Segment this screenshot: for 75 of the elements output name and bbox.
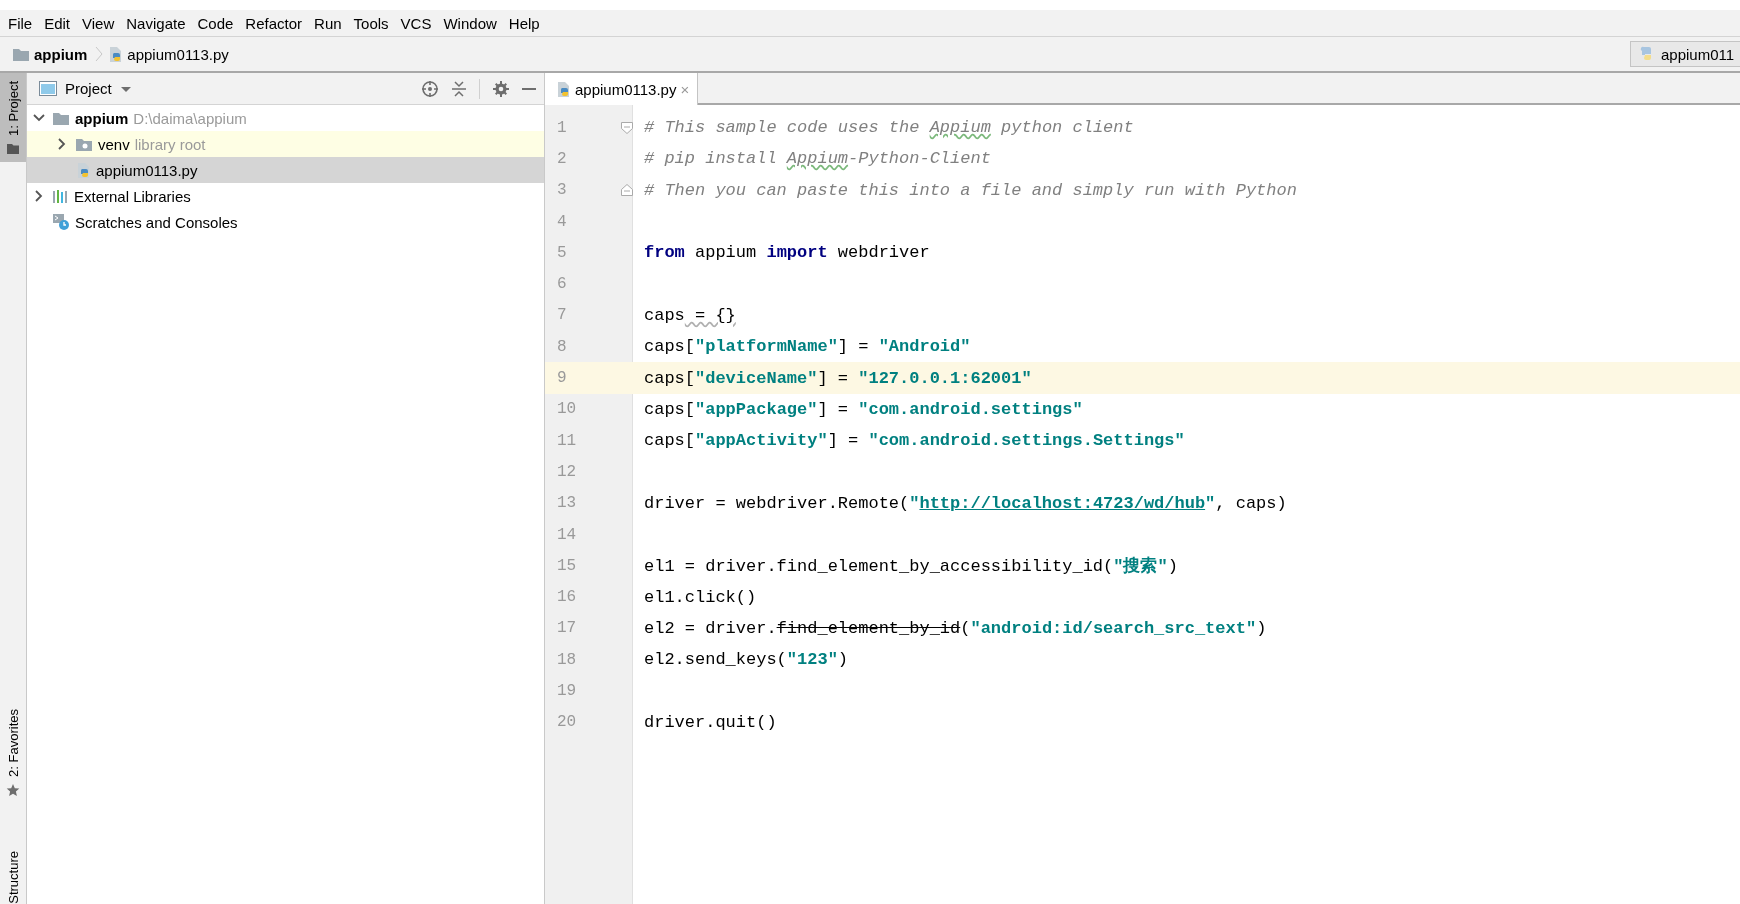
console-clock-icon (52, 213, 70, 231)
locate-icon (421, 79, 439, 98)
menu-item[interactable]: Run (308, 14, 348, 32)
line-number: 18 (556, 650, 578, 669)
view-selector[interactable]: Project (35, 78, 136, 99)
line-number: 20 (556, 713, 578, 732)
menu-item[interactable]: Refactor (239, 14, 309, 32)
folder-icon (6, 141, 20, 156)
code-line: el1.click() (643, 587, 757, 607)
code-line: el2.send_keys("123") (643, 650, 849, 670)
breadcrumb[interactable]: appium (12, 45, 92, 63)
code-line: caps["appPackage"] = "com.android.settings" (643, 399, 1083, 419)
line-number: 9 (556, 369, 568, 387)
python-file-icon (555, 80, 571, 98)
minimize-icon (522, 87, 536, 90)
folder-icon (52, 110, 70, 126)
line-number: 16 (556, 588, 578, 607)
code-line: caps["platformName"] = "Android" (643, 337, 971, 357)
menu-item[interactable]: Tools (347, 14, 395, 32)
folder-icon (75, 136, 93, 152)
code-line: caps["appActivity"] = "com.android.settings.Settings" (643, 431, 1185, 451)
menu-item[interactable]: VCS (394, 14, 438, 32)
code-line: # This sample code uses the Appium python client (643, 118, 1134, 138)
tool-window-tab[interactable]: 2: Favorites (0, 701, 26, 804)
line-number: 12 (556, 462, 578, 481)
line-number: 15 (556, 556, 578, 575)
python-file-icon (75, 161, 91, 179)
tree-item[interactable]: External Libraries (27, 183, 544, 209)
code-line: from appium import webdriver (643, 243, 930, 263)
menu-item[interactable]: Help (502, 14, 546, 32)
breadcrumb[interactable]: appium0113.py (107, 45, 233, 63)
line-number: 7 (556, 306, 568, 325)
code-line: # Then you can paste this into a file and simply run with Python (643, 180, 1297, 200)
settings-icon (492, 79, 510, 98)
code-line: caps["deviceName"] = "127.0.0.1:62001" (643, 368, 1032, 388)
menu-item[interactable]: Code (191, 14, 240, 32)
star-icon (6, 783, 20, 798)
line-number: 10 (556, 400, 578, 419)
tree-item[interactable]: Scratches and Consoles (27, 209, 544, 235)
tree-item[interactable]: appium0113.py (27, 157, 544, 183)
run-config-button[interactable]: appium011 (1630, 41, 1740, 67)
code-line: el2 = driver.find_element_by_id("android:id/search_src_text") (643, 618, 1267, 638)
folder-icon (12, 46, 30, 62)
code-line: driver = webdriver.Remote("http://localhost:4723/wd/hub", caps) (643, 493, 1287, 513)
chevron-icon (95, 46, 104, 62)
line-number: 11 (556, 431, 578, 450)
line-number: 2 (556, 149, 568, 168)
code-line: el1 = driver.find_element_by_accessibility_id("搜索") (643, 555, 1178, 578)
menu-item[interactable]: Navigate (120, 14, 192, 32)
line-number: 6 (556, 275, 568, 294)
line-number: 17 (556, 619, 578, 638)
line-number: 3 (556, 181, 568, 200)
editor-tab[interactable]: appium0113.py × (545, 73, 699, 105)
tool-window-tab[interactable]: 1: Project (0, 73, 26, 162)
line-number: 8 (556, 337, 568, 356)
library-icon (52, 188, 69, 204)
line-number: 4 (556, 212, 568, 231)
code-line: # pip install Appium-Python-Client (643, 149, 991, 169)
line-number: 5 (556, 243, 568, 262)
line-number: 19 (556, 682, 578, 700)
menu-item[interactable]: File (2, 14, 39, 32)
menu-item[interactable]: Window (437, 14, 503, 32)
line-number: 14 (556, 525, 578, 544)
window-icon (39, 80, 57, 97)
line-number: 1 (556, 118, 568, 137)
code-line: driver.quit() (643, 712, 777, 732)
menu-item[interactable]: Edit (38, 14, 77, 32)
code-line: caps = {} (643, 305, 736, 325)
tree-item[interactable]: venv library root (27, 131, 544, 157)
menu-item[interactable]: View (76, 14, 121, 32)
collapse-all-icon (451, 79, 467, 98)
tool-window-tab[interactable]: Structure (0, 843, 26, 904)
python-file-icon (107, 45, 124, 63)
tree-item[interactable]: appium D:\daima\appium (27, 105, 544, 131)
line-number: 13 (556, 494, 578, 513)
